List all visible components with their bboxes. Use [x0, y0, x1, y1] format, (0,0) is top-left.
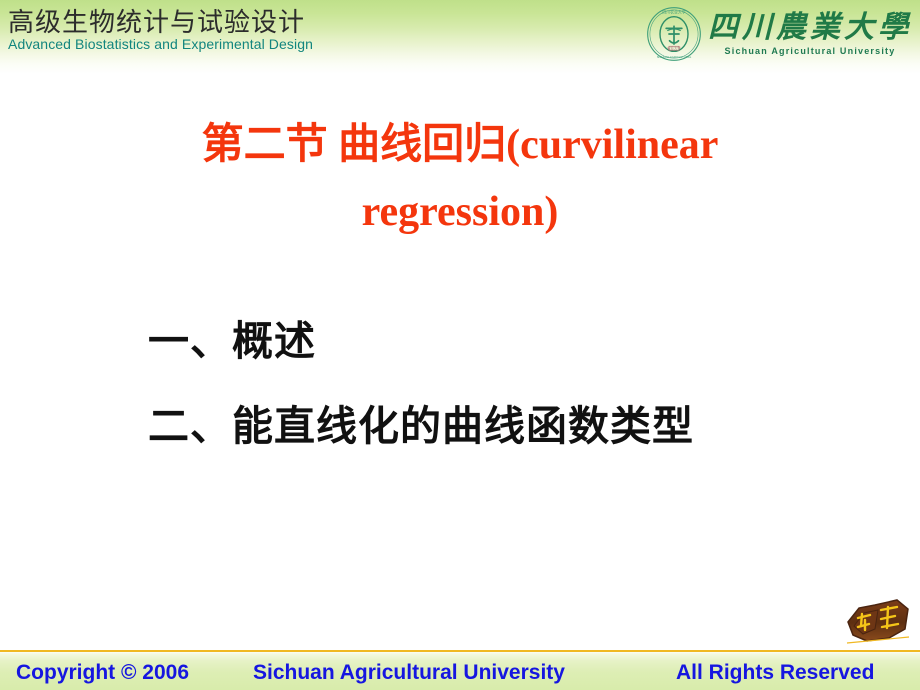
footer-copyright: Copyright © 2006	[16, 660, 190, 684]
footer-divider	[0, 650, 920, 652]
slide-title-line-2: regression)	[361, 189, 559, 236]
header-title-english: Advanced Biostatistics and Experimental …	[8, 36, 313, 52]
university-wordmark-english: Sichuan Agricultural University	[724, 45, 896, 56]
svg-text:农业大学: 农业大学	[667, 46, 681, 51]
university-emblem-icon: 农业大学 四川农业大学 SICHUAN AGRICULTURAL	[647, 7, 701, 61]
university-wordmark: 四川農業大學 Sichuan Agricultural University	[708, 12, 912, 56]
footer-organization: Sichuan Agricultural University	[253, 660, 565, 684]
outline-item-2[interactable]: 二、能直线化的曲线函数类型	[148, 403, 868, 450]
svg-text:SICHUAN AGRICULTURAL: SICHUAN AGRICULTURAL	[657, 55, 692, 59]
outline-list: 一、概述 二、能直线化的曲线函数类型	[148, 318, 868, 450]
footer-rights: All Rights Reserved	[676, 660, 875, 684]
footer-content: Copyright © 2006 Sichuan Agricultural Un…	[0, 655, 920, 690]
university-wordmark-chinese: 四川農業大學	[708, 11, 912, 45]
university-logo: 农业大学 四川农业大学 SICHUAN AGRICULTURAL 四川農業大學 …	[646, 3, 912, 65]
slide: 高级生物统计与试验设计 Advanced Biostatistics and E…	[0, 0, 920, 690]
return-button-ribbon	[847, 599, 909, 642]
svg-text:四川农业大学: 四川农业大学	[662, 9, 686, 14]
slide-title: 第二节 曲线回归(curvilinear regression)	[110, 112, 810, 246]
slide-title-line-1: 第二节 曲线回归(curvilinear	[201, 122, 719, 168]
header-title-chinese: 高级生物统计与试验设计	[8, 8, 306, 37]
return-button[interactable]	[845, 596, 911, 646]
slide-header: 高级生物统计与试验设计 Advanced Biostatistics and E…	[0, 0, 920, 74]
outline-item-1[interactable]: 一、概述	[148, 318, 868, 365]
